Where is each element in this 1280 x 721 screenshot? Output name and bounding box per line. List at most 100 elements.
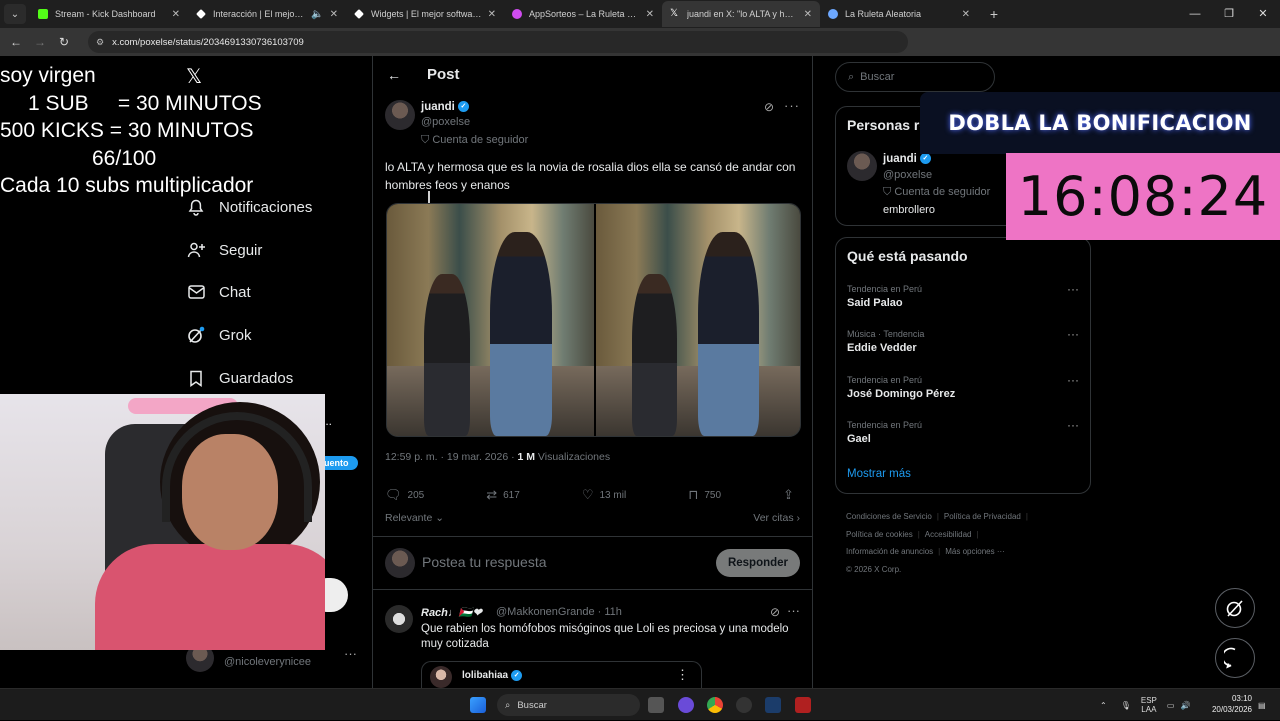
avatar[interactable] — [385, 100, 415, 130]
more-icon[interactable]: ··· — [1067, 418, 1079, 432]
forward-icon[interactable]: → — [28, 35, 52, 49]
dota-icon[interactable] — [795, 697, 811, 713]
window-controls: — ❐ ✕ — [1178, 0, 1280, 28]
reply-handle-time[interactable]: @MakkonenGrande · 11h — [496, 606, 622, 618]
more-icon[interactable]: ··· — [1067, 327, 1079, 341]
grok-icon[interactable]: ⊘ — [764, 100, 774, 114]
author-name[interactable]: juandi ✓ — [421, 101, 469, 113]
nav-grok[interactable]: Grok — [186, 321, 252, 349]
avatar[interactable] — [847, 151, 877, 181]
messages-fab[interactable] — [1215, 638, 1255, 678]
chevron-up-icon[interactable]: ⌃ — [1100, 701, 1107, 710]
more-icon[interactable]: ··· — [1067, 282, 1079, 296]
trend-item[interactable]: Tendencia en Perú Said Palao ··· — [847, 282, 1081, 309]
url-field[interactable]: ⚙ x.com/poxelse/status/20346913307361037… — [88, 31, 908, 53]
post-photo[interactable] — [387, 204, 594, 436]
tab-appsorteos[interactable]: AppSorteos – La Ruleta de la Su ✕ — [504, 1, 662, 27]
footer-link[interactable]: Condiciones de Servicio — [846, 512, 932, 521]
mic-icon[interactable]: 🎙 — [1121, 701, 1131, 710]
taskbar-search[interactable]: ⌕ Buscar — [497, 694, 640, 716]
follower-label-text: Cuenta de seguidor — [432, 134, 529, 146]
more-icon[interactable]: ··· — [787, 603, 800, 618]
language-indicator[interactable]: ESP LAA — [1141, 696, 1157, 714]
close-icon[interactable]: ✕ — [962, 9, 970, 20]
reply-post[interactable]: Rach♩🇵🇸❤ @MakkonenGrande · 11h ⊘ ··· Que… — [373, 596, 812, 688]
author-handle[interactable]: @poxelse — [421, 116, 470, 128]
sort-dropdown[interactable]: Relevante ⌄ — [385, 512, 444, 524]
footer-link[interactable]: Información de anuncios — [846, 547, 933, 556]
more-icon[interactable]: ··· — [1067, 373, 1079, 387]
more-icon[interactable]: ⋮ — [676, 667, 689, 683]
windows-start-icon[interactable] — [470, 697, 486, 713]
trend-item[interactable]: Música · Tendencia Eddie Vedder ··· — [847, 327, 1081, 354]
lang-code: ESP — [1140, 696, 1157, 705]
account-handle: @nicoleverynicee — [224, 656, 311, 668]
network-icon[interactable]: ▭ — [1167, 701, 1175, 710]
trend-item[interactable]: Tendencia en Perú Gael ··· — [847, 418, 1081, 445]
tab-x-post[interactable]: 𝕏 juandi en X: "lo ALTA y hermosa ✕ — [662, 1, 820, 27]
grok-icon[interactable]: ⊘ — [770, 605, 780, 619]
nav-chat[interactable]: Chat — [186, 278, 251, 306]
notification-icon[interactable]: ▤ — [1258, 689, 1266, 721]
system-tray: ⌃ 🎙 ESP LAA ▭ 🔊 — [1100, 689, 1190, 721]
file-explorer-icon[interactable] — [648, 697, 664, 713]
taskbar-clock[interactable]: 03:10 20/03/2026 — [1206, 693, 1252, 715]
close-icon[interactable]: ✕ — [646, 9, 654, 20]
reply-submit-button[interactable]: Responder — [716, 549, 800, 577]
nav-bookmarks[interactable]: Guardados — [186, 364, 293, 392]
footer-links: Condiciones de Servicio | Política de Priv… — [846, 508, 1096, 578]
footer-link[interactable]: Accesibilidad — [925, 530, 972, 539]
back-arrow-icon[interactable]: ← — [387, 67, 413, 83]
close-icon[interactable]: ✕ — [488, 9, 496, 20]
quoted-post[interactable]: lolibahiaa ✓ ⋮ — [421, 661, 702, 688]
close-icon[interactable]: ✕ — [804, 9, 812, 20]
restore-icon[interactable]: ❐ — [1212, 0, 1246, 28]
relevant-handle[interactable]: @poxelse — [883, 169, 932, 181]
nav-notifications[interactable]: Notificaciones — [186, 193, 312, 221]
minimize-icon[interactable]: — — [1178, 0, 1212, 28]
more-icon[interactable]: ··· — [344, 646, 357, 661]
avatar[interactable] — [385, 605, 413, 633]
close-window-icon[interactable]: ✕ — [1246, 0, 1280, 28]
more-icon[interactable]: ··· — [784, 98, 800, 113]
tab-widgets[interactable]: Widgets | El mejor software pa ✕ — [346, 1, 504, 27]
reply-button[interactable]: 🗨 205 — [385, 487, 424, 503]
post-media[interactable] — [386, 203, 801, 437]
discord-icon[interactable] — [678, 697, 694, 713]
post-time[interactable]: 12:59 p. m. · 19 mar. 2026 · — [385, 451, 518, 463]
reload-icon[interactable]: ↻ — [52, 35, 76, 49]
grok-fab[interactable] — [1215, 588, 1255, 628]
speaker-icon[interactable]: 🔈 — [311, 9, 323, 20]
volume-icon[interactable]: 🔊 — [1180, 701, 1190, 710]
share-button[interactable]: ⇪ — [783, 487, 800, 503]
back-icon[interactable]: ← — [4, 35, 28, 49]
steam-icon[interactable] — [765, 697, 781, 713]
post-photo[interactable] — [593, 204, 800, 436]
show-more-link[interactable]: Mostrar más — [847, 468, 911, 480]
tab-search-button[interactable]: ⌄ — [4, 4, 26, 24]
repost-button[interactable]: ⇄ 617 — [486, 487, 520, 503]
reply-author-name[interactable]: Rach♩🇵🇸❤ — [421, 606, 482, 619]
close-icon[interactable]: ✕ — [172, 9, 180, 20]
chrome-icon[interactable] — [707, 697, 723, 713]
tab-kick[interactable]: Stream - Kick Dashboard ✕ — [30, 1, 188, 27]
close-icon[interactable]: ✕ — [330, 9, 338, 20]
footer-link[interactable]: Más opciones ··· — [945, 547, 1005, 556]
search-input[interactable]: ⌕ Buscar — [835, 62, 995, 92]
view-quotes-link[interactable]: Ver citas › — [753, 512, 800, 524]
trend-item[interactable]: Tendencia en Perú José Domingo Pérez ··· — [847, 373, 1081, 400]
obs-icon[interactable] — [736, 697, 752, 713]
widget-icon — [196, 9, 206, 19]
site-info-icon[interactable]: ⚙ — [96, 37, 104, 48]
tab-ruleta[interactable]: La Ruleta Aleatoria ✕ — [820, 1, 978, 27]
footer-link[interactable]: Política de cookies — [846, 530, 913, 539]
tab-interaccion[interactable]: Interacción | El mejor software 🔈 ✕ — [188, 1, 346, 27]
new-tab-button[interactable]: + — [984, 6, 1004, 22]
like-button[interactable]: ♡ 13 mil — [582, 487, 626, 503]
webcam-feed — [0, 394, 325, 650]
footer-link[interactable]: Política de Privacidad — [944, 512, 1021, 521]
bookmark-button[interactable]: ⊓ 750 — [688, 487, 721, 503]
reply-input[interactable]: Postea tu respuesta — [422, 554, 547, 570]
relevant-name[interactable]: juandi ✓ — [883, 153, 931, 165]
nav-follow[interactable]: Seguir — [186, 236, 262, 264]
